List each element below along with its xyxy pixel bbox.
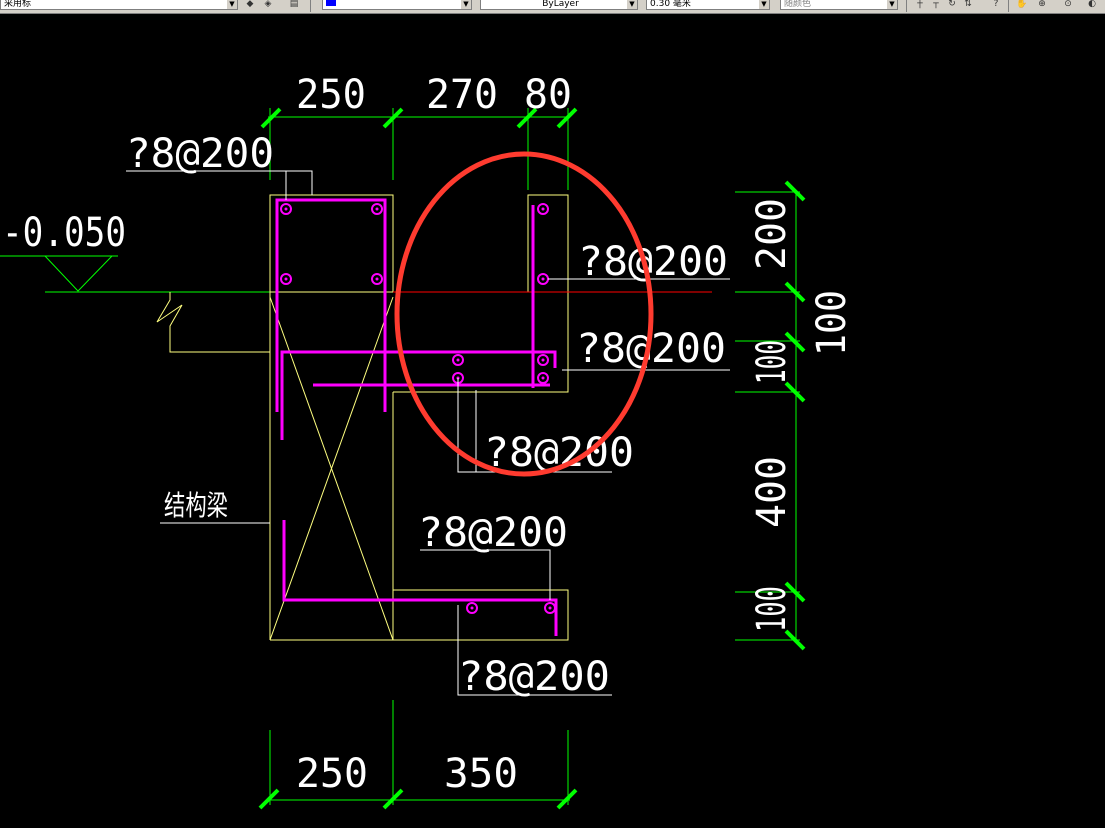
toolbar-separator <box>310 0 311 12</box>
dim-right-100-b: 100 <box>749 586 795 632</box>
rebar-label-2: ?8@200 <box>578 239 728 285</box>
lineweight-combo-value: 0.30 毫米 <box>650 0 691 9</box>
rotate-icon[interactable]: ↻ <box>946 0 958 10</box>
rebar-label-1: ?8@200 <box>126 131 274 177</box>
layer-manager-icon[interactable]: ▤ <box>288 0 300 10</box>
dim-top-80: 80 <box>524 72 572 118</box>
plotstyle-combo-value: 随颜色 <box>784 0 812 9</box>
copy-icon[interactable]: ┬ <box>930 0 942 10</box>
linetype-combo[interactable]: ByLayer ▼ <box>480 0 638 10</box>
layer-combo[interactable]: 采用标 ▼ <box>0 0 238 10</box>
zoom-realtime-icon[interactable]: ⊕ <box>1036 0 1048 10</box>
zoom-window-icon[interactable]: ⊙ <box>1062 0 1074 10</box>
layer-combo-value: 采用标 <box>4 0 32 9</box>
dim-right-100-a: 100 <box>749 340 795 384</box>
dim-top-270: 270 <box>426 72 498 118</box>
concrete-outline <box>156 194 569 641</box>
dim-bottom-350: 350 <box>444 751 518 797</box>
zoom-previous-icon[interactable]: ◐ <box>1086 0 1098 10</box>
chevron-down-icon[interactable]: ▼ <box>887 0 897 9</box>
elevation-marker: -0.050 <box>0 210 270 293</box>
dim-right-200: 200 <box>749 198 795 270</box>
lineweight-combo[interactable]: 0.30 毫米 ▼ <box>646 0 770 10</box>
elevation-text: -0.050 <box>2 210 126 256</box>
dim-top-250: 250 <box>296 72 366 118</box>
color-combo[interactable]: ▼ <box>322 0 472 10</box>
layer-previous-icon[interactable]: ◈ <box>262 0 274 10</box>
scale-icon[interactable]: ⇅ <box>962 0 974 10</box>
dim-right-outer-100: 100 <box>809 290 855 356</box>
chevron-down-icon[interactable]: ▼ <box>627 0 637 9</box>
rebar <box>275 198 558 636</box>
rebar-label-5: ?8@200 <box>418 510 568 556</box>
move-icon[interactable]: ┼ <box>914 0 926 10</box>
toolbar-separator <box>1008 0 1009 12</box>
chevron-down-icon[interactable]: ▼ <box>227 0 237 9</box>
linetype-combo-value: ByLayer <box>542 0 579 9</box>
toolbar: 采用标 ▼ ◆ ◈ ▤ ▼ ByLayer ▼ 0.30 毫米 ▼ 随颜色 ▼ … <box>0 0 1105 14</box>
pan-icon[interactable]: ✋ <box>1016 0 1028 10</box>
dim-bottom-250: 250 <box>296 751 368 797</box>
color-swatch-icon <box>326 0 336 6</box>
beam-label: 结构梁 <box>164 489 228 522</box>
help-icon[interactable]: ? <box>990 0 1002 10</box>
chevron-down-icon[interactable]: ▼ <box>759 0 769 9</box>
chevron-down-icon[interactable]: ▼ <box>461 0 471 9</box>
drawing-canvas[interactable]: -0.050 250 270 80 250 350 200 100 400 10… <box>0 14 1105 828</box>
rebar-label-6: ?8@200 <box>458 654 610 700</box>
layer-states-icon[interactable]: ◆ <box>244 0 256 10</box>
dim-right-400: 400 <box>749 456 795 528</box>
plotstyle-combo[interactable]: 随颜色 ▼ <box>780 0 898 10</box>
highlight-circle <box>394 151 654 477</box>
toolbar-separator <box>906 0 907 12</box>
